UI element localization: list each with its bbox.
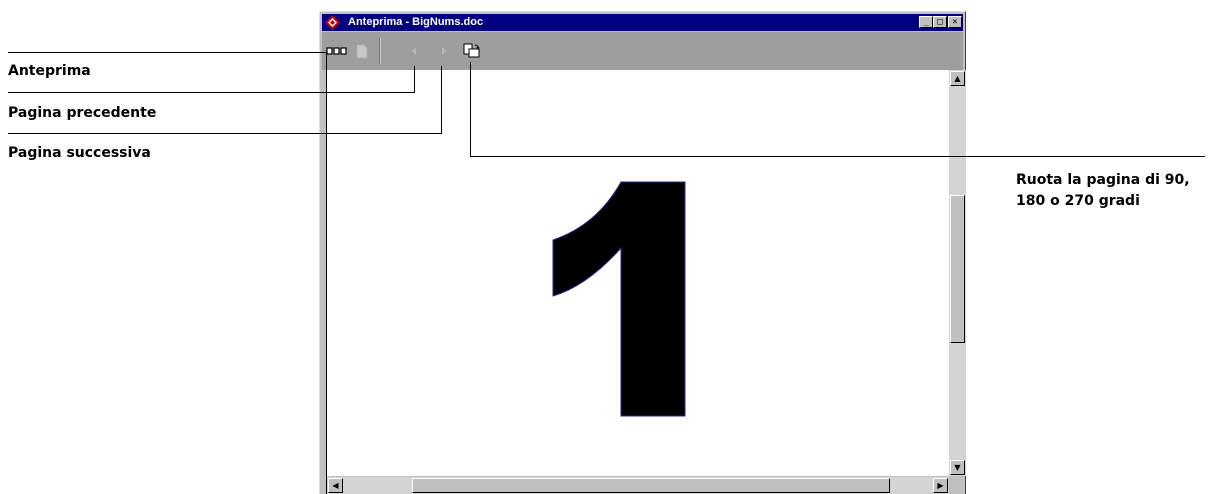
leader-preview-h [8, 52, 327, 53]
vertical-scroll-thumb[interactable] [950, 195, 965, 343]
toolbar-separator [379, 38, 381, 64]
leader-rotate-v [470, 62, 471, 157]
title-bar[interactable]: Anteprima - BigNums.doc _ □ ✕ [322, 14, 963, 31]
arrow-right-icon [442, 47, 446, 55]
callout-rotate-line2: 180 o 270 gradi [1016, 193, 1140, 209]
leader-previous-h [8, 92, 415, 93]
page-icon [356, 44, 368, 58]
horizontal-scrollbar[interactable]: ◀ ▶ [327, 477, 949, 494]
callout-previous-page: Pagina precedente [8, 105, 157, 121]
preview-window: Anteprima - BigNums.doc _ □ ✕ ▲ ▼ ◀ ▶ [319, 11, 966, 494]
leader-next-v [441, 66, 442, 134]
big-number-one: 1 [552, 181, 686, 417]
leader-next-h [8, 133, 442, 134]
vertical-scrollbar[interactable]: ▲ ▼ [949, 70, 966, 476]
leader-preview-v [326, 52, 327, 494]
leader-previous-v [414, 66, 415, 93]
scroll-right-button[interactable]: ▶ [933, 478, 948, 493]
leader-rotate-h [470, 156, 1205, 157]
horizontal-scroll-thumb[interactable] [412, 478, 890, 493]
callout-preview: Anteprima [8, 63, 91, 79]
document-canvas: 1 [327, 70, 949, 476]
next-page-button[interactable] [434, 42, 454, 60]
previous-page-button[interactable] [404, 42, 424, 60]
thumbnails-button[interactable] [325, 42, 349, 60]
scroll-left-button[interactable]: ◀ [328, 478, 343, 493]
toolbar [322, 32, 963, 70]
rotate-page-icon [463, 43, 480, 58]
page-button[interactable] [352, 42, 372, 60]
window-title: Anteprima - BigNums.doc [348, 16, 484, 28]
thumbnails-icon [326, 47, 347, 55]
arrow-left-icon [412, 47, 416, 55]
callout-rotate-line1: Ruota la pagina di 90, [1016, 172, 1190, 188]
maximize-button[interactable]: □ [933, 16, 947, 28]
minimize-button[interactable]: _ [919, 16, 933, 28]
app-logo-icon [325, 15, 340, 30]
rotate-page-button[interactable] [462, 42, 482, 60]
callout-next-page: Pagina successiva [8, 145, 151, 161]
scroll-down-button[interactable]: ▼ [950, 460, 965, 475]
scroll-up-button[interactable]: ▲ [950, 71, 965, 86]
close-button[interactable]: ✕ [948, 16, 962, 28]
